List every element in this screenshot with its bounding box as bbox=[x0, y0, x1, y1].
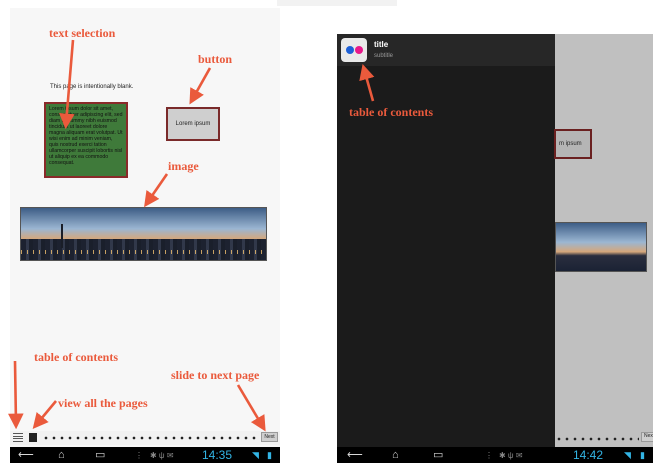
notification-icons: ✱ ψ ✉ bbox=[499, 451, 523, 460]
next-page-button[interactable]: Next bbox=[261, 432, 278, 442]
annotation-image: image bbox=[168, 159, 199, 173]
selectable-text-box[interactable]: Lorem ipsum dolor sit amet, consectetuer… bbox=[44, 102, 128, 178]
next-page-button-partial: Nex bbox=[641, 432, 653, 442]
wifi-icon: ◥ bbox=[624, 450, 631, 460]
flickr-app-icon bbox=[341, 38, 367, 62]
dimmed-page-area[interactable]: m ipsum Nex bbox=[554, 34, 653, 463]
blank-page-text: This page is intentionally blank. bbox=[50, 84, 134, 90]
drawer-title: title bbox=[374, 40, 389, 49]
annotation-slide-next: slide to next page bbox=[171, 368, 260, 382]
annotation-button: button bbox=[198, 52, 233, 66]
android-system-bar: ⟵ ⌂ ▭ ⋮ ✱ ψ ✉ 14:42 ◥ ▮ bbox=[337, 447, 653, 463]
android-system-bar: ⟵ ⌂ ▭ ⋮ ✱ ψ ✉ 14:35 ◥ ▮ bbox=[10, 447, 280, 463]
page-indicator-dots bbox=[555, 437, 639, 441]
wifi-icon: ◥ bbox=[252, 450, 259, 460]
city-lights bbox=[21, 250, 266, 254]
lorem-ipsum-button-partial: m ipsum bbox=[554, 129, 592, 159]
top-strip bbox=[277, 0, 397, 6]
back-icon[interactable]: ⟵ bbox=[18, 447, 34, 463]
back-icon[interactable]: ⟵ bbox=[347, 447, 363, 463]
menu-dots-icon[interactable]: ⋮ bbox=[135, 451, 143, 460]
left-device-screen: This page is intentionally blank. Lorem … bbox=[10, 8, 280, 463]
space-needle bbox=[61, 224, 63, 248]
annotation-table-of-contents: table of contents bbox=[34, 350, 118, 364]
drawer-subtitle: subtitle bbox=[374, 53, 394, 59]
annotation-text-selection: text selection bbox=[49, 26, 116, 40]
city-panorama-image-partial bbox=[555, 222, 647, 272]
status-clock: 14:42 bbox=[573, 448, 604, 462]
table-of-contents-icon[interactable] bbox=[13, 433, 23, 442]
annotation-table-of-contents-right: table of contents bbox=[349, 105, 433, 119]
recent-apps-icon[interactable]: ▭ bbox=[95, 447, 105, 463]
recent-apps-icon[interactable]: ▭ bbox=[433, 447, 443, 463]
battery-icon: ▮ bbox=[640, 450, 645, 460]
status-clock: 14:35 bbox=[202, 448, 233, 462]
menu-dots-icon[interactable]: ⋮ bbox=[485, 451, 493, 460]
home-icon[interactable]: ⌂ bbox=[392, 447, 399, 463]
notification-icons: ✱ ψ ✉ bbox=[150, 451, 174, 460]
right-device-screen: m ipsum Nex title subtitle ⟵ ⌂ ▭ ⋮ ✱ ψ ✉… bbox=[337, 34, 653, 463]
table-of-contents-drawer-header[interactable]: title subtitle bbox=[337, 34, 555, 66]
annotation-view-all-pages: view all the pages bbox=[58, 396, 148, 410]
battery-icon: ▮ bbox=[267, 450, 272, 460]
city-panorama-image bbox=[20, 207, 267, 261]
page-indicator-dots[interactable] bbox=[42, 436, 256, 440]
lorem-ipsum-button[interactable]: Lorem ipsum bbox=[166, 107, 220, 141]
view-all-pages-icon[interactable] bbox=[29, 433, 37, 442]
home-icon[interactable]: ⌂ bbox=[58, 447, 65, 463]
